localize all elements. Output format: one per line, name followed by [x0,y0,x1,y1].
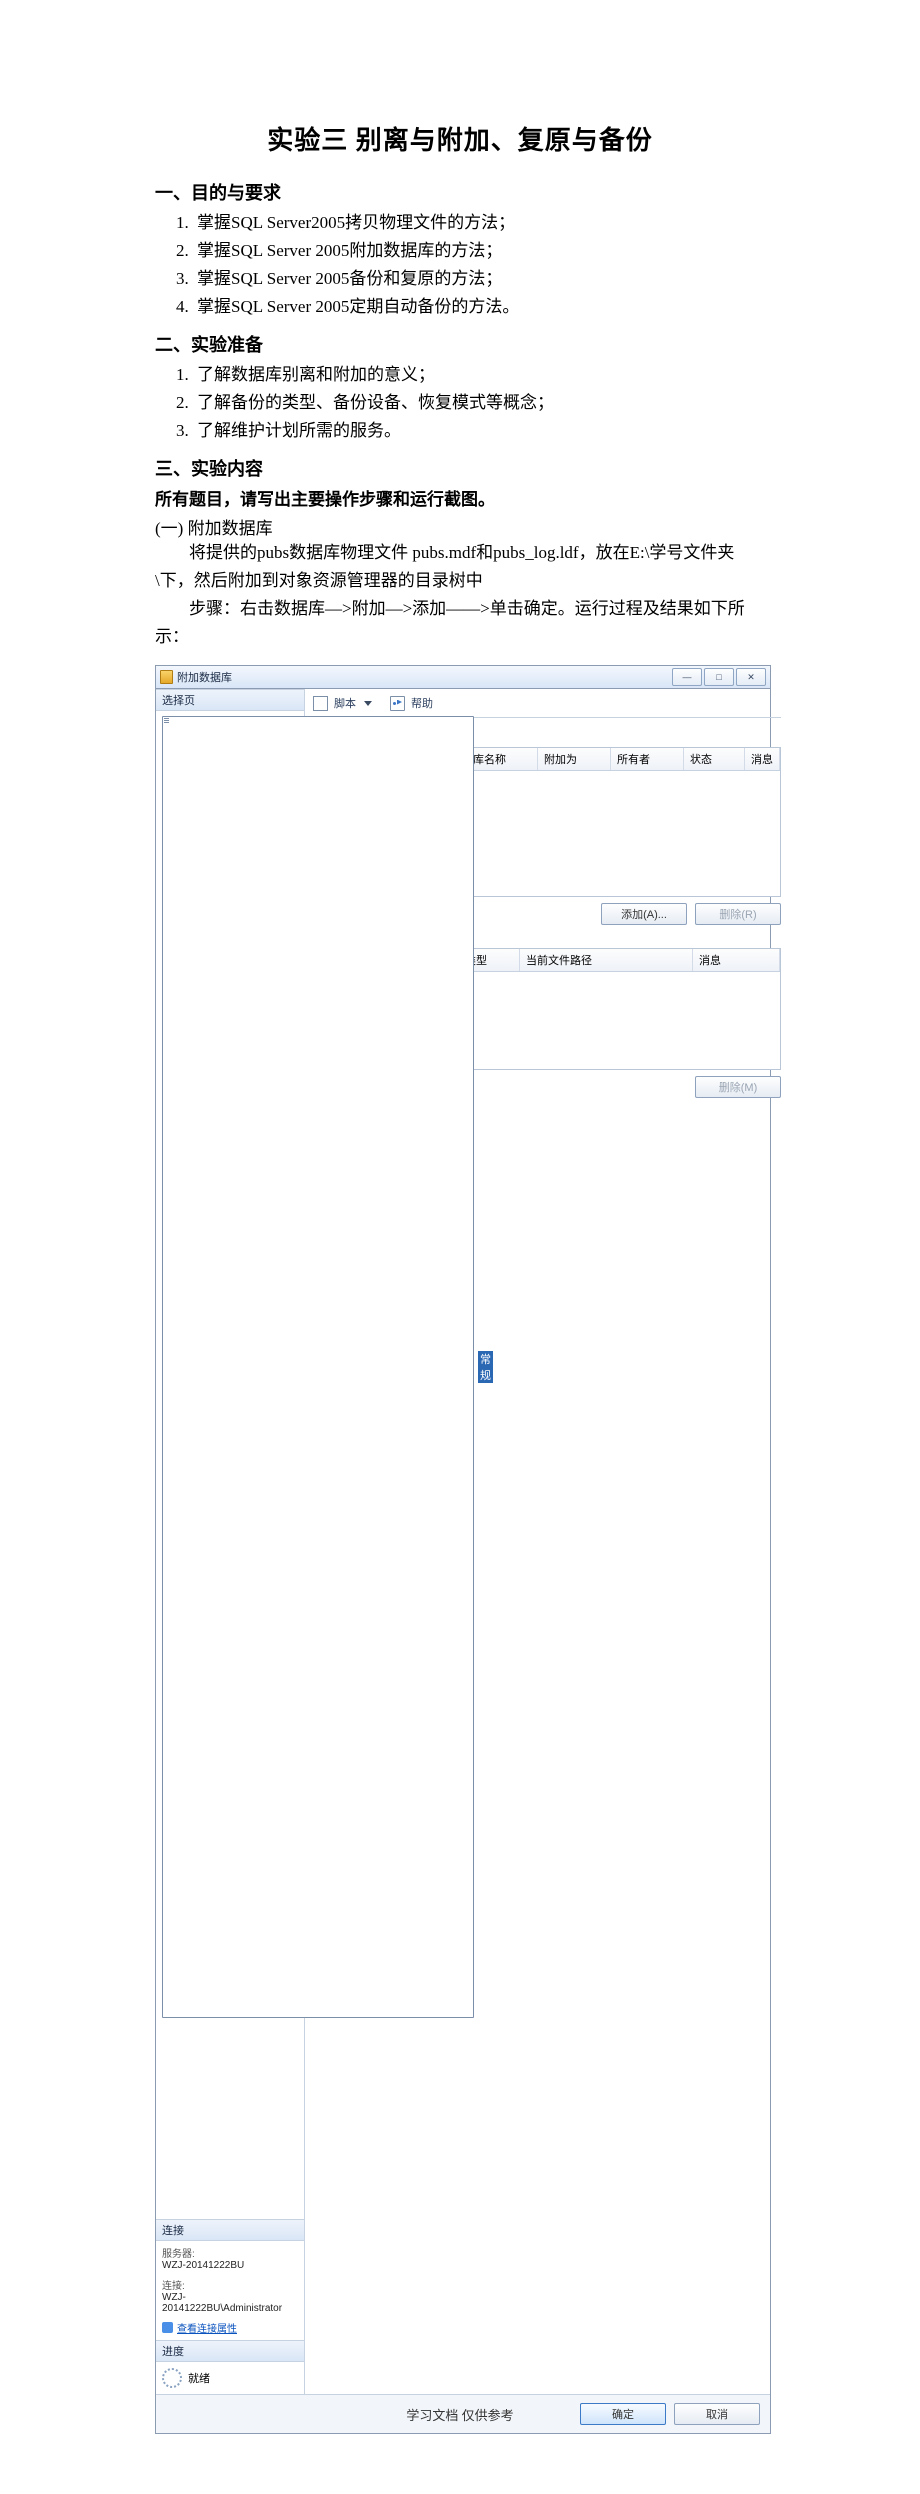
window-close-button[interactable]: ✕ [736,668,766,686]
connection-value: WZJ-20141222BU\Administrator [162,2292,298,2314]
section1-heading: 一、目的与要求 [155,179,765,205]
dialog-titlebar[interactable]: 附加数据库 — □ ✕ [156,666,770,689]
remove-detail-button[interactable]: 删除(M) [695,1076,781,1098]
page-footer: 学习文档 仅供参考 [0,2405,920,2424]
list-item: 掌握SQL Server 2005备份和复原的方法； [193,265,765,293]
sub1-para1: 将提供的pubs数据库物理文件 pubs.mdf和pubs_log.ldf，放在… [155,539,765,595]
list-item: 掌握SQL Server 2005定期自动备份的方法。 [193,293,765,321]
sub1-para2: 步骤：右击数据库—>附加—>添加——>单击确定。运行过程及结果如下所示： [155,595,765,651]
list-item: 了解数据库别离和附加的意义； [193,361,765,389]
tree-item-general[interactable]: 常规 [162,715,298,2019]
server-value: WZJ-20141222BU [162,2260,298,2271]
properties-icon [162,2322,173,2333]
section3-note: 所有题目，请写出主要操作步骤和运行截图。 [155,485,765,510]
remove-button[interactable]: 删除(R) [695,903,781,925]
doc-title: 实验三 别离与附加、复原与备份 [155,120,765,157]
col-header[interactable]: 消息 [693,949,780,971]
toolbar-help[interactable]: 帮助 [411,695,433,711]
sub1-title: (一) 附加数据库 [155,514,765,539]
server-label: 服务器: [162,2245,298,2260]
window-minimize-button[interactable]: — [672,668,702,686]
section2-heading: 二、实验准备 [155,331,765,357]
attach-db-dialog: 附加数据库 — □ ✕ 选择页 常规 连接 服务器: [155,665,771,2434]
database-icon [160,670,173,684]
col-header[interactable]: 消息 [745,748,780,770]
view-connection-properties-link[interactable]: 查看连接属性 [162,2320,237,2335]
col-header[interactable]: 状态 [684,748,745,770]
progress-spinner-icon [162,2368,182,2388]
list-item: 了解维护计划所需的服务。 [193,417,765,445]
progress-text: 就绪 [188,2370,210,2386]
connection-label: 连接: [162,2277,298,2292]
col-header[interactable]: 当前文件路径 [520,949,693,971]
progress-header: 进度 [156,2340,304,2362]
list-item: 掌握SQL Server2005拷贝物理文件的方法； [193,209,765,237]
script-icon [313,696,328,711]
connection-header: 连接 [156,2219,304,2241]
help-icon [390,696,405,711]
col-header[interactable]: 附加为 [538,748,611,770]
link-label: 查看连接属性 [177,2320,237,2335]
list-item: 掌握SQL Server 2005附加数据库的方法； [193,237,765,265]
add-button[interactable]: 添加(A)... [601,903,687,925]
select-page-header: 选择页 [156,689,304,711]
toolbar-script[interactable]: 脚本 [334,695,356,711]
section3-heading: 三、实验内容 [155,455,765,481]
dialog-title: 附加数据库 [177,669,232,685]
window-maximize-button[interactable]: □ [704,668,734,686]
page-icon [162,716,474,2018]
col-header[interactable]: 所有者 [611,748,684,770]
dropdown-arrow-icon[interactable] [364,701,372,706]
list-item: 了解备份的类型、备份设备、恢复模式等概念； [193,389,765,417]
